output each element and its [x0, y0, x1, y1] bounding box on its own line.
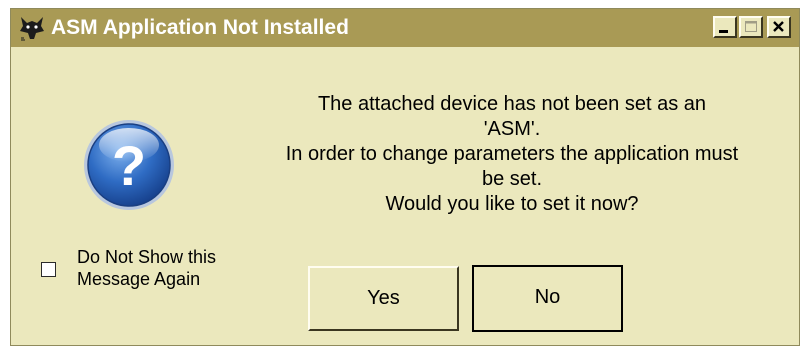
- checkbox-label-line: Message Again: [77, 269, 201, 289]
- do-not-show-checkbox[interactable]: [41, 262, 56, 277]
- question-icon: ?: [81, 117, 177, 213]
- message-line: 'ASM'.: [483, 118, 541, 140]
- yes-button[interactable]: Yes: [308, 266, 459, 331]
- checkbox-label-line: Do Not Show this: [77, 247, 217, 267]
- no-button[interactable]: No: [472, 265, 623, 332]
- title-bar[interactable]: ASM Application Not Installed: [11, 9, 799, 47]
- message-line: In order to change parameters the applic…: [285, 143, 739, 165]
- message-line: be set.: [481, 168, 543, 190]
- message-text: The attached device has not been set as …: [217, 92, 804, 217]
- minimize-button[interactable]: [713, 16, 737, 38]
- svg-text:?: ?: [112, 134, 146, 197]
- dialog-window: ASM Application Not Installed ? The atta…: [10, 8, 800, 346]
- do-not-show-checkbox-label[interactable]: Do Not Show this Message Again: [77, 246, 247, 290]
- message-line: The attached device has not been set as …: [317, 93, 707, 115]
- message-line: Would you like to set it now?: [385, 193, 639, 215]
- maximize-button[interactable]: [739, 16, 763, 38]
- wolf-head-icon: [18, 14, 46, 42]
- window-title: ASM Application Not Installed: [51, 16, 349, 39]
- close-button[interactable]: [767, 16, 791, 38]
